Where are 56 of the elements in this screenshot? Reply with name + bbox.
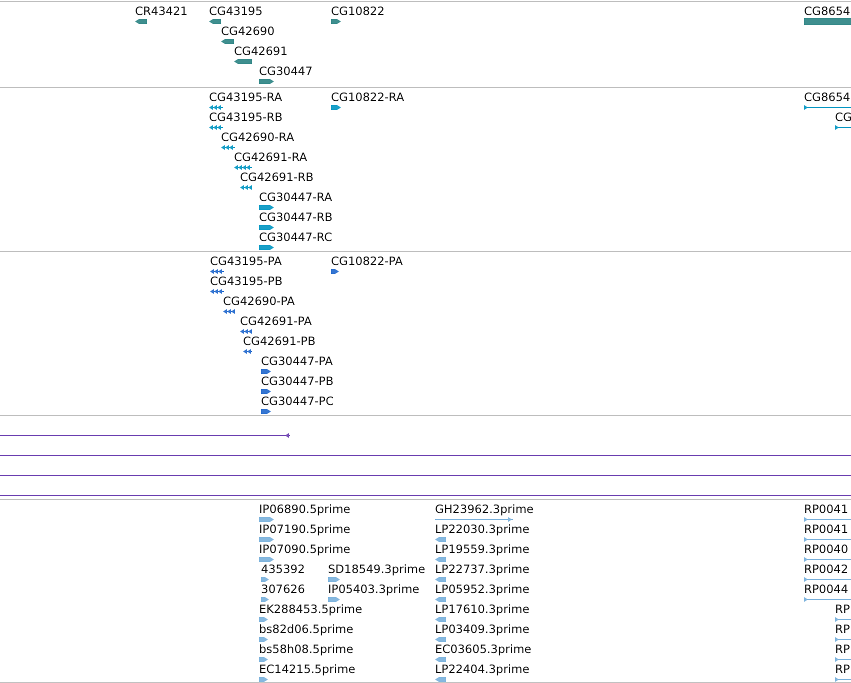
feature-label: RP0041 [804,522,848,536]
feature-label: CG30447-RC [259,230,332,244]
feature-label: CG42691-RA [234,150,308,164]
feature-label: CG30447-RA [259,190,332,204]
feature-label: CG43195-PA [210,254,282,268]
feature-label: CG8654 [804,90,850,104]
feature-label: 435392 [261,562,305,576]
feature-label: 307626 [261,582,305,596]
feature-label: LP03409.3prime [435,622,530,636]
feature-label: LP22737.3prime [435,562,530,576]
feature-label: IP07090.5prime [259,542,350,556]
feature-label: CG8654 [804,4,850,18]
feature-label: CG42691 [234,44,288,58]
feature-label: CG42691-RB [240,170,314,184]
feature-label: CG30447-RB [259,210,333,224]
feature-label: CG30447-PB [261,374,334,388]
feature-label: SD18549.3prime [328,562,426,576]
feature-label: CG42690 [221,24,275,38]
feature-label: CG43195 [209,4,263,18]
feature-label: LP19559.3prime [435,542,530,556]
feature-label: CG43195-PB [210,274,282,288]
feature-label: CG43195-RB [209,110,283,124]
feature-label: CG10822-RA [331,90,404,104]
feature-label: LP22030.3prime [435,522,530,536]
feature-label: CG42691-PB [243,334,316,348]
feature-label: LP05952.3prime [435,582,530,596]
feature-label: RP [835,662,850,676]
feature-label: EC14215.5prime [259,662,356,676]
feature-label: LP17610.3prime [435,602,530,616]
feature-label: CG10822 [331,4,385,18]
feature-label: EK288453.5prime [259,602,362,616]
feature-label: RP [835,602,850,616]
feature-label: EC03605.3prime [435,642,532,656]
feature-label: RP0042 [804,562,848,576]
feature-label: IP06890.5prime [259,502,350,516]
feature-label: LP22404.3prime [435,662,530,676]
feature-label: CG42690-PA [223,294,295,308]
feature-label: CG42690-RA [221,130,294,144]
feature-label: bs58h08.5prime [259,642,354,656]
feature-label: RP [835,622,850,636]
feature-label: bs82d06.5prime [259,622,354,636]
feature-label: GH23962.3prime [435,502,534,516]
feature-label: CG [835,110,851,124]
feature-label: CG30447-PC [261,394,334,408]
feature-label: CG43195-RA [209,90,282,104]
feature-label: CG30447-PA [261,354,333,368]
feature-label: IP05403.3prime [328,582,420,596]
feature-label: RP0044 [804,582,848,596]
feature-label: CR43421 [135,4,188,18]
feature-label: RP [835,642,850,656]
feature-label: CG42691-PA [240,314,312,328]
feature-label: CG10822-PA [331,254,403,268]
feature-label: IP07190.5prime [259,522,350,536]
feature-label: RP0040 [804,542,848,556]
feature-label: RP0041 [804,502,848,516]
feature-label: CG30447 [259,64,313,78]
